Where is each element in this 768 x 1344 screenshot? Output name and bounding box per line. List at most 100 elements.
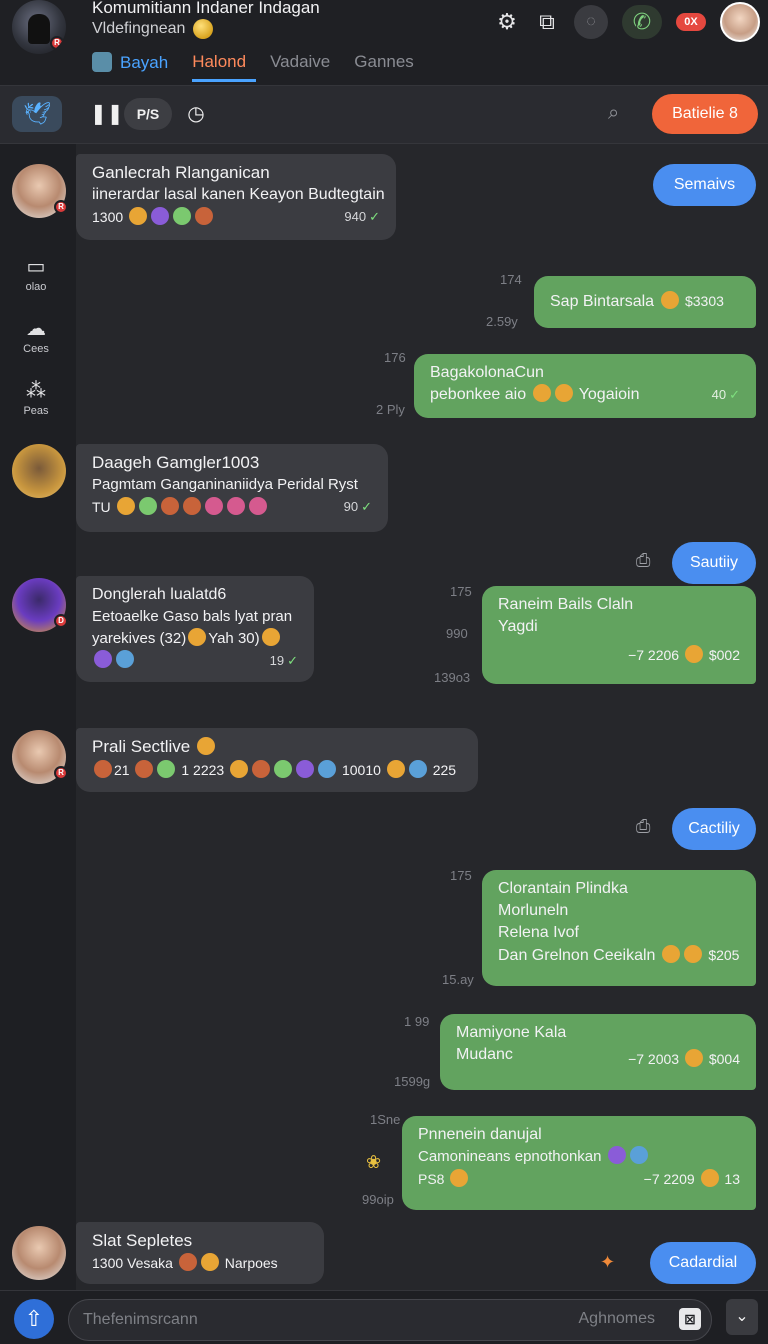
emoji-icon	[195, 207, 214, 225]
share-icon[interactable]: ⧉	[534, 9, 560, 35]
sidebar: ▭ olao ☁ Cees ⁂ Peas	[0, 144, 76, 1290]
notification-pill[interactable]: 0X	[676, 13, 706, 31]
message-amount: $002	[708, 647, 740, 663]
sidebar-item-cees[interactable]: ☁ Cees	[0, 316, 72, 355]
sparkle-icon: ✦	[600, 1252, 616, 1272]
message-bubble-outgoing[interactable]: Clorantain Plindka Morluneln Relena Ivof…	[482, 870, 756, 986]
tab-bayah[interactable]: Bayah	[92, 48, 178, 82]
status-badge: R	[54, 766, 68, 780]
message-bubble-outgoing[interactable]: Sap Bintarsala $3303	[534, 276, 756, 328]
gear-icon[interactable]: ⚙	[494, 9, 520, 35]
sender-avatar[interactable]	[12, 444, 66, 498]
emoji-icon	[386, 760, 405, 778]
action-button[interactable]: Batielie 8	[652, 94, 758, 134]
clock-icon[interactable]: ◷	[184, 100, 208, 128]
sender-avatar[interactable]: D	[12, 578, 68, 632]
message-composer: ⇧ Aghnomes ⊠ ⌄	[0, 1290, 768, 1344]
message-footer: PS8 −7 2209 13	[418, 1168, 740, 1190]
message-text-line: pebonkee aio Yogaioin 40 ✓	[430, 384, 740, 406]
home-icon[interactable]: ⇧	[14, 1299, 54, 1339]
message-footer: 1300 940 ✓	[92, 206, 380, 228]
message-text: Yagdi	[498, 618, 538, 635]
message-text: Sap Bintarsala	[550, 293, 655, 310]
loading-icon[interactable]: ◌	[574, 5, 608, 39]
sender-avatar[interactable]: R	[12, 730, 68, 784]
message-value: 10010	[341, 762, 381, 778]
message-sender: Prali Sectlive	[92, 737, 191, 756]
message-text: Pnnenein danujal	[418, 1126, 542, 1143]
sidebar-item-olao[interactable]: ▭ olao	[0, 254, 72, 293]
pause-icon[interactable]: ❚❚	[90, 100, 124, 128]
time-value: 90	[343, 499, 359, 514]
sidebar-item-peas[interactable]: ⁂ Peas	[0, 378, 72, 417]
message-time: 40 ✓	[712, 384, 740, 406]
message-text: Relena Ivof	[498, 924, 579, 941]
message-sender: Slat Sepletes	[92, 1231, 193, 1250]
message-value: 21	[114, 762, 130, 778]
message-sender: Donglerah lualatd6	[92, 586, 227, 603]
emoji-icon	[684, 1049, 703, 1067]
message-input[interactable]	[83, 1300, 563, 1340]
user-avatar[interactable]	[720, 2, 760, 42]
emoji-icon	[139, 497, 158, 515]
message-text: Morluneln	[498, 902, 569, 919]
check-icon: ✓	[369, 209, 380, 224]
emoji-icon	[661, 945, 680, 963]
chip-button[interactable]: Semaivs	[653, 164, 756, 206]
message-bubble-incoming[interactable]: Donglerah lualatd6 Eetoaelke Gaso bals l…	[76, 576, 314, 682]
group-subtitle: Vldefingnean	[92, 19, 214, 39]
message-bubble-outgoing[interactable]: BagakolonaCun pebonkee aio Yogaioin 40 ✓	[414, 354, 756, 418]
emoji-icon	[252, 760, 271, 778]
message-meta: 1 99	[404, 1014, 430, 1029]
tab-gannes[interactable]: Gannes	[354, 48, 424, 82]
message-bubble-incoming[interactable]: Ganlecrah Rlanganican iinerardar lasal k…	[76, 154, 396, 240]
message-bubble-outgoing[interactable]: Raneim Bails Claln Yagdi −7 2206 $002	[482, 586, 756, 684]
chip-button[interactable]: Cadardial	[650, 1242, 756, 1284]
emoji-icon	[700, 1169, 719, 1187]
emoji-icon	[94, 650, 112, 668]
avatar-figure	[28, 14, 50, 44]
group-avatar[interactable]: R	[12, 0, 66, 54]
message-bubble-incoming[interactable]: Prali Sectlive 21 1 2223 10010 225	[76, 728, 478, 792]
chip-button[interactable]: Cactiliy	[672, 808, 756, 850]
message-meta: 15.ay	[442, 972, 474, 987]
sender-avatar[interactable]	[12, 1226, 66, 1280]
smile-icon	[450, 1169, 469, 1187]
tab-label: Bayah	[120, 53, 169, 72]
message-amount: 13	[724, 1171, 740, 1187]
call-icon[interactable]: ✆	[622, 5, 662, 39]
message-bubble-outgoing[interactable]: Mamiyone Kala Mudanc −7 2003 $004	[440, 1014, 756, 1090]
message-meta: 990	[446, 626, 468, 641]
bird-icon[interactable]: 🕊	[12, 96, 62, 132]
search-icon[interactable]: ⌕	[608, 100, 634, 126]
message-time: 90 ✓	[344, 496, 372, 518]
message-meta: 174	[500, 272, 522, 287]
message-count: 1300	[92, 209, 124, 225]
sidebar-item-label: Cees	[23, 343, 49, 355]
thumb-icon	[532, 384, 551, 402]
sender-avatar[interactable]: R	[12, 164, 68, 218]
chip-button[interactable]: Sautiiy	[672, 542, 756, 584]
message-bubble-incoming[interactable]: Slat Sepletes 1300 Vesaka Narpoes	[76, 1222, 324, 1284]
emoji-icon	[151, 207, 170, 225]
message-footer: 19 ✓	[92, 650, 298, 672]
message-value: 1 2223	[181, 762, 225, 778]
ps-button[interactable]: P/S	[124, 98, 172, 130]
sidebar-item-label: Peas	[23, 405, 49, 417]
tab-vadaive[interactable]: Vadaive	[270, 48, 340, 82]
tab-halond[interactable]: Halond	[192, 48, 257, 82]
message-text: Pagmtam Ganganinaniidya Peridal Ryst	[92, 476, 358, 493]
message-bubble-incoming[interactable]: Daageh Gamgler1003 Pagmtam Ganganinaniid…	[76, 444, 388, 532]
emoji-icon	[116, 650, 134, 668]
message-amount: $3303	[684, 293, 724, 309]
message-text: iinerardar lasal kanen Keayon Budtegtain	[92, 186, 385, 203]
message-bubble-outgoing[interactable]: Pnnenein danujal Camonineans epnothonkan…	[402, 1116, 756, 1210]
emoji-icon	[117, 497, 136, 515]
sticker-icon[interactable]: ⊠	[679, 1308, 701, 1330]
send-button[interactable]: ⌄	[726, 1299, 758, 1335]
emoji-icon	[607, 1146, 626, 1164]
message-text: Yah 30)	[208, 630, 260, 647]
grid-icon: ⁂	[26, 380, 46, 402]
message-input-box[interactable]: Aghnomes ⊠	[68, 1299, 712, 1341]
tab-label: Gannes	[354, 52, 414, 71]
